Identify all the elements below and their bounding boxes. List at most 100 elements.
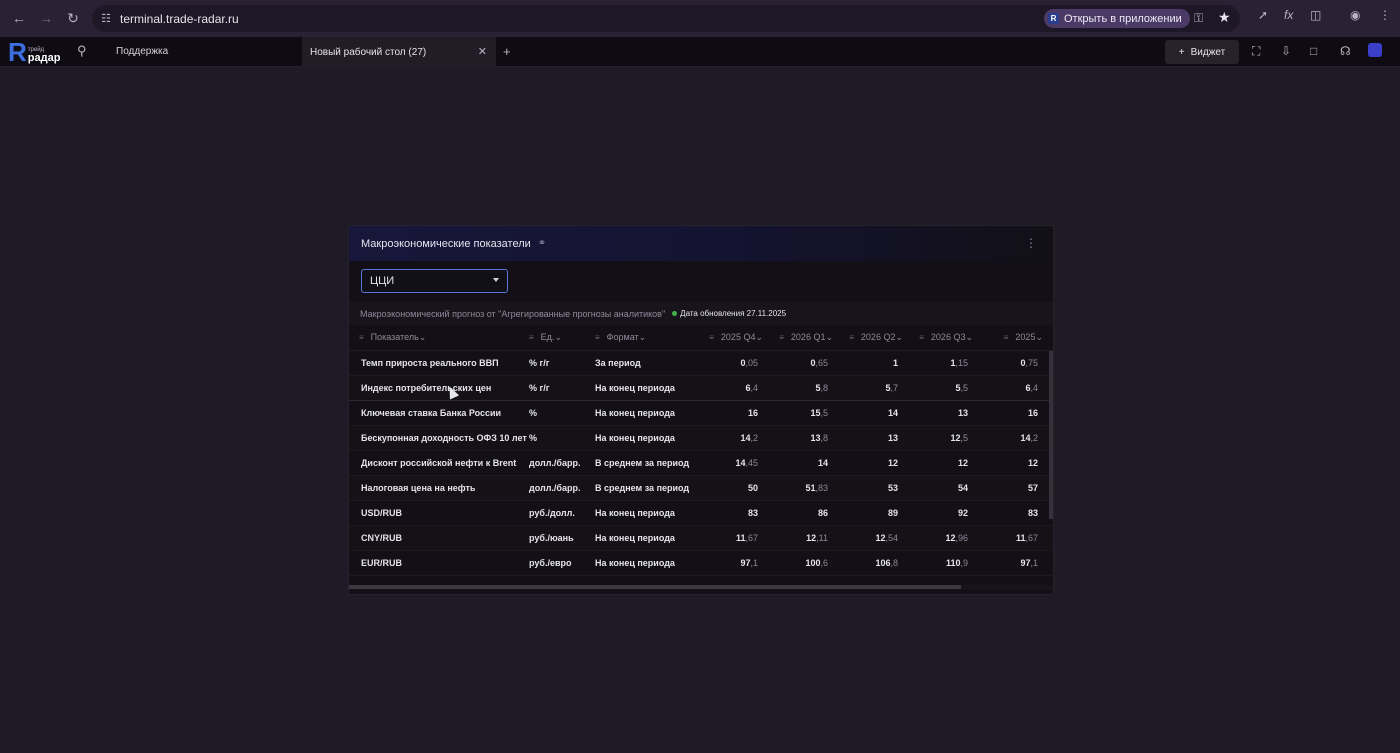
column-header-label: 2026 Q3 [930,331,966,342]
fullscreen-icon[interactable]: ⛶ [1252,44,1260,59]
table-row[interactable]: CNY/RUB руб./юань На конец периода 11,67 12,… [349,525,1053,551]
cell-value: 14,2 [985,425,1053,451]
cell-value: 0,75 [985,350,1053,376]
cell-value: 54 [915,475,985,501]
bookmark-star-icon[interactable]: ★ [1218,9,1231,26]
value-integer: 50 [747,482,758,493]
support-link[interactable]: Поддержка [116,46,168,57]
address-bar[interactable]: ☷ terminal.trade-radar.ru R Открыть в пр… [92,5,1240,32]
forward-icon[interactable]: → [33,5,59,31]
add-tab-icon[interactable]: + [503,44,511,59]
macro-indicators-widget: Макроэкономические показатели ⚭ ⋮ ЦЦИ Ма… [348,225,1054,595]
cell-value: 100,6 [775,550,845,576]
vertical-scrollbar[interactable] [1049,351,1053,519]
value-fraction: ,5 [820,407,828,418]
cell-value: 12 [915,450,985,476]
site-settings-icon[interactable]: ☷ [92,5,120,32]
workspace-tab[interactable]: Новый рабочий стол (27) ✕ [302,37,496,67]
back-icon[interactable]: ← [6,5,32,31]
table-row[interactable]: Бескупонная доходность ОФЗ 10 лет% На кон… [349,425,1053,451]
table-row[interactable]: Ключевая ставка Банка России% На конец пе… [349,400,1053,426]
cell-value: 16 [985,400,1053,426]
download-icon[interactable]: ⇩ [1281,44,1291,58]
cell-unit: долл./барр. [529,450,595,476]
formula-extension-icon[interactable]: fx [1284,8,1293,22]
chevron-down-icon [493,278,499,282]
filter-icon[interactable]: ≡ [1004,333,1009,342]
update-date: Дата обновления 27.11.2025 [680,309,787,318]
value-integer: 16 [747,407,758,418]
indicators-table: ≡ Показатель⌄ ≡ Ед.⌄ ≡ Формат⌄ ≡ 2025 Q4⌄ ≡ 2026 … [349,325,1053,576]
extension-pin-icon[interactable]: ➚ [1258,8,1268,22]
cell-value: 97,1 [705,550,775,576]
value-integer: 12 [806,532,817,543]
radar-logo[interactable]: R трейд радар [8,39,60,65]
source-select-value: ЦЦИ [370,275,395,287]
cell-unit: % г/г [529,350,595,376]
status-dot-icon [672,311,678,316]
filter-icon[interactable]: ≡ [359,333,364,342]
value-integer: 92 [957,507,968,518]
column-header[interactable]: ≡ Формат⌄ [595,325,705,351]
column-header[interactable]: ≡ 2025⌄ [985,325,1053,351]
cell-unit: долл./барр. [529,475,595,501]
column-header[interactable]: ≡ 2026 Q1⌄ [775,325,845,351]
table-row[interactable]: Дисконт российской нефти к Brent долл./ба… [349,450,1053,476]
column-header[interactable]: ≡ 2026 Q2⌄ [845,325,915,351]
open-in-app-button[interactable]: R Открыть в приложении [1044,9,1190,28]
source-select[interactable]: ЦЦИ [361,269,508,293]
forecast-source-text: Макроэкономический прогноз от "Агрегиров… [360,308,666,319]
value-fraction: ,83 [815,482,828,493]
value-integer: 12 [875,532,886,543]
filter-icon[interactable]: ≡ [849,333,854,342]
cell-value: 106,8 [845,550,915,576]
browser-menu-icon[interactable]: ⋮ [1379,8,1391,22]
filter-icon[interactable]: ≡ [595,333,600,342]
value-integer: 83 [747,507,758,518]
value-fraction: ,5 [960,432,968,443]
cell-value: 14 [845,400,915,426]
value-integer: 16 [1027,407,1038,418]
column-header[interactable]: ≡ 2025 Q4⌄ [705,325,775,351]
more-options-icon[interactable]: ⋮ [1025,236,1037,250]
table-row[interactable]: Темп прироста реального ВВП% г/г За перио… [349,350,1053,376]
column-header[interactable]: ≡ Ед.⌄ [529,325,595,351]
extensions-puzzle-icon[interactable]: ◫ [1310,8,1321,22]
column-header[interactable]: ≡ 2026 Q3⌄ [915,325,985,351]
cell-value: 0,05 [705,350,775,376]
link-icon[interactable]: ⚭ [538,238,546,249]
chevron-down-icon: ⌄ [1035,331,1043,342]
table-row[interactable]: EUR/RUB руб./евро На конец периода 97,1 100,… [349,550,1053,576]
cell-value: 0,65 [775,350,845,376]
filter-icon[interactable]: ≡ [529,333,534,342]
cell-value: 11,67 [705,525,775,551]
avatar[interactable] [1368,43,1382,57]
cell-unit: руб./долл. [529,500,595,526]
url-text: terminal.trade-radar.ru [120,11,239,26]
column-header-label: 2026 Q2 [860,331,896,342]
column-header[interactable]: ≡ Показатель⌄ [349,325,529,351]
workspace-tab-title: Новый рабочий стол (27) [310,46,427,58]
close-icon[interactable]: ✕ [478,45,487,58]
profile-icon[interactable]: ◉ [1350,8,1360,22]
add-widget-button[interactable]: + Виджет [1165,40,1239,64]
horizontal-scrollbar[interactable] [349,585,961,589]
headset-icon[interactable]: ☊ [1340,44,1351,58]
filter-icon[interactable]: ≡ [779,333,784,342]
cell-name: EUR/RUB [349,550,529,576]
value-integer: 86 [817,507,828,518]
table-row[interactable]: Налоговая цена на нефть долл./барр. В сред… [349,475,1053,501]
search-icon[interactable]: ⚲ [77,43,87,59]
reload-icon[interactable]: ↻ [60,5,86,31]
value-fraction: ,15 [955,357,968,368]
filter-icon[interactable]: ≡ [709,333,714,342]
chat-icon[interactable]: □ [1310,44,1317,58]
value-integer: 1 [892,357,898,368]
filter-icon[interactable]: ≡ [919,333,924,342]
key-icon[interactable]: ⚿ [1194,11,1203,26]
value-integer: 14 [740,432,751,443]
chevron-down-icon: ⌄ [638,331,647,342]
table-row[interactable]: USD/RUB руб./долл. На конец периода 83 86 89 9… [349,500,1053,526]
value-integer: 12 [887,457,898,468]
value-fraction: ,11 [816,532,828,543]
